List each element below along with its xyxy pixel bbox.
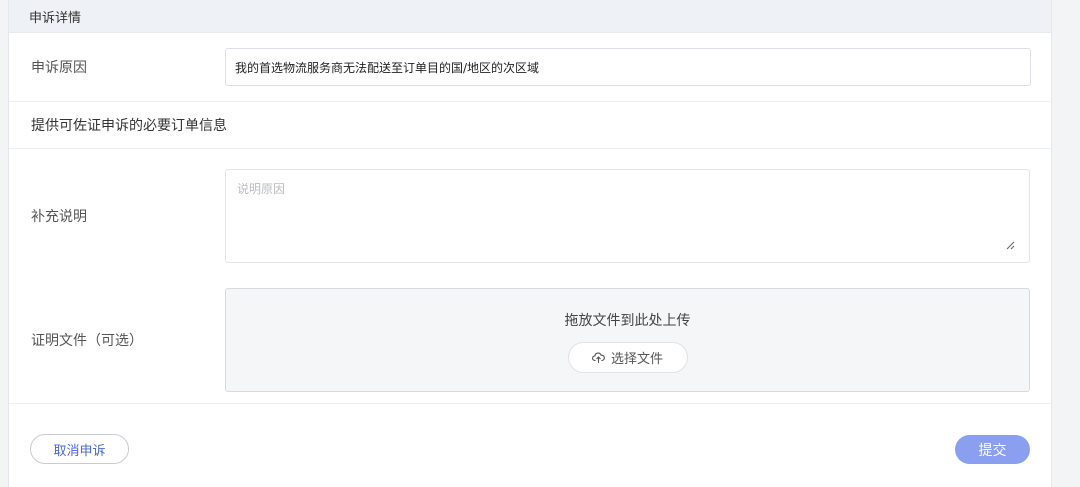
right-gutter (1052, 0, 1080, 487)
choose-file-button[interactable]: 选择文件 (567, 342, 688, 373)
page: 申诉详情 申诉原因 我的首选物流服务商无法配送至订单目的国/地区的次区域 提供可… (0, 0, 1080, 487)
section-title: 提供可佐证申诉的必要订单信息 (31, 118, 227, 134)
supplement-label: 补充说明 (31, 209, 87, 225)
drop-text: 拖放文件到此处上传 (564, 313, 691, 329)
section-title-row: 提供可佐证申诉的必要订单信息 (9, 102, 1051, 149)
file-dropzone[interactable]: 拖放文件到此处上传 选择文件 (225, 288, 1030, 392)
upload-cloud-icon (592, 352, 605, 363)
proof-row: 证明文件（可选） 拖放文件到此处上传 选择文件 (9, 288, 1051, 392)
evidence-block: 补充说明 说明原因 证明文件（可选） 拖放文件到此处上传 选择文件 (9, 149, 1051, 404)
panel-title: 申诉详情 (29, 10, 82, 26)
reason-row: 申诉原因 我的首选物流服务商无法配送至订单目的国/地区的次区域 (9, 33, 1051, 102)
reason-value: 我的首选物流服务商无法配送至订单目的国/地区的次区域 (235, 60, 540, 75)
appeal-panel: 申诉详情 申诉原因 我的首选物流服务商无法配送至订单目的国/地区的次区域 提供可… (8, 0, 1052, 487)
footer: 取消申诉 提交 (9, 404, 1051, 487)
reason-field[interactable]: 我的首选物流服务商无法配送至订单目的国/地区的次区域 (225, 48, 1031, 86)
choose-file-label: 选择文件 (610, 352, 663, 367)
proof-label: 证明文件（可选） (31, 333, 143, 349)
supplement-row: 补充说明 说明原因 (9, 169, 1051, 263)
reason-label: 申诉原因 (31, 60, 87, 76)
supplement-textarea[interactable]: 说明原因 (225, 169, 1030, 263)
supplement-placeholder: 说明原因 (237, 182, 286, 196)
resize-handle-icon[interactable] (1005, 240, 1015, 250)
cancel-appeal-button[interactable]: 取消申诉 (30, 434, 129, 464)
panel-header: 申诉详情 (9, 0, 1051, 33)
submit-button[interactable]: 提交 (955, 435, 1030, 464)
